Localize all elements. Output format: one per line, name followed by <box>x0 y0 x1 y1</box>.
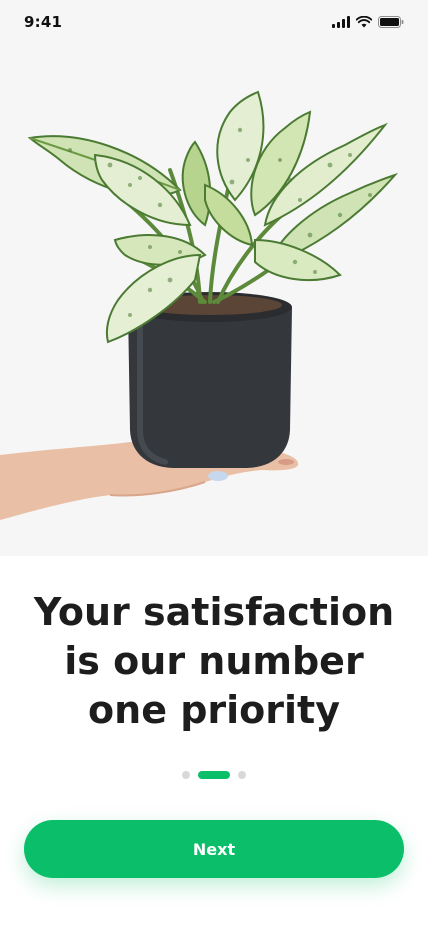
potted-plant-in-hand-image <box>0 0 428 556</box>
onboarding-headline: Your satisfaction is our number one prio… <box>33 590 395 732</box>
wifi-icon <box>356 16 372 28</box>
status-icons <box>332 16 404 28</box>
battery-icon <box>378 16 404 28</box>
status-time: 9:41 <box>24 13 63 31</box>
status-bar: 9:41 <box>0 0 428 44</box>
page-dot <box>238 771 246 779</box>
page-dot <box>182 771 190 779</box>
signal-icon <box>332 16 350 28</box>
hero-image <box>0 0 428 556</box>
page-dot-active <box>198 771 230 779</box>
page-indicator <box>0 771 428 779</box>
next-button[interactable]: Next <box>24 820 404 878</box>
